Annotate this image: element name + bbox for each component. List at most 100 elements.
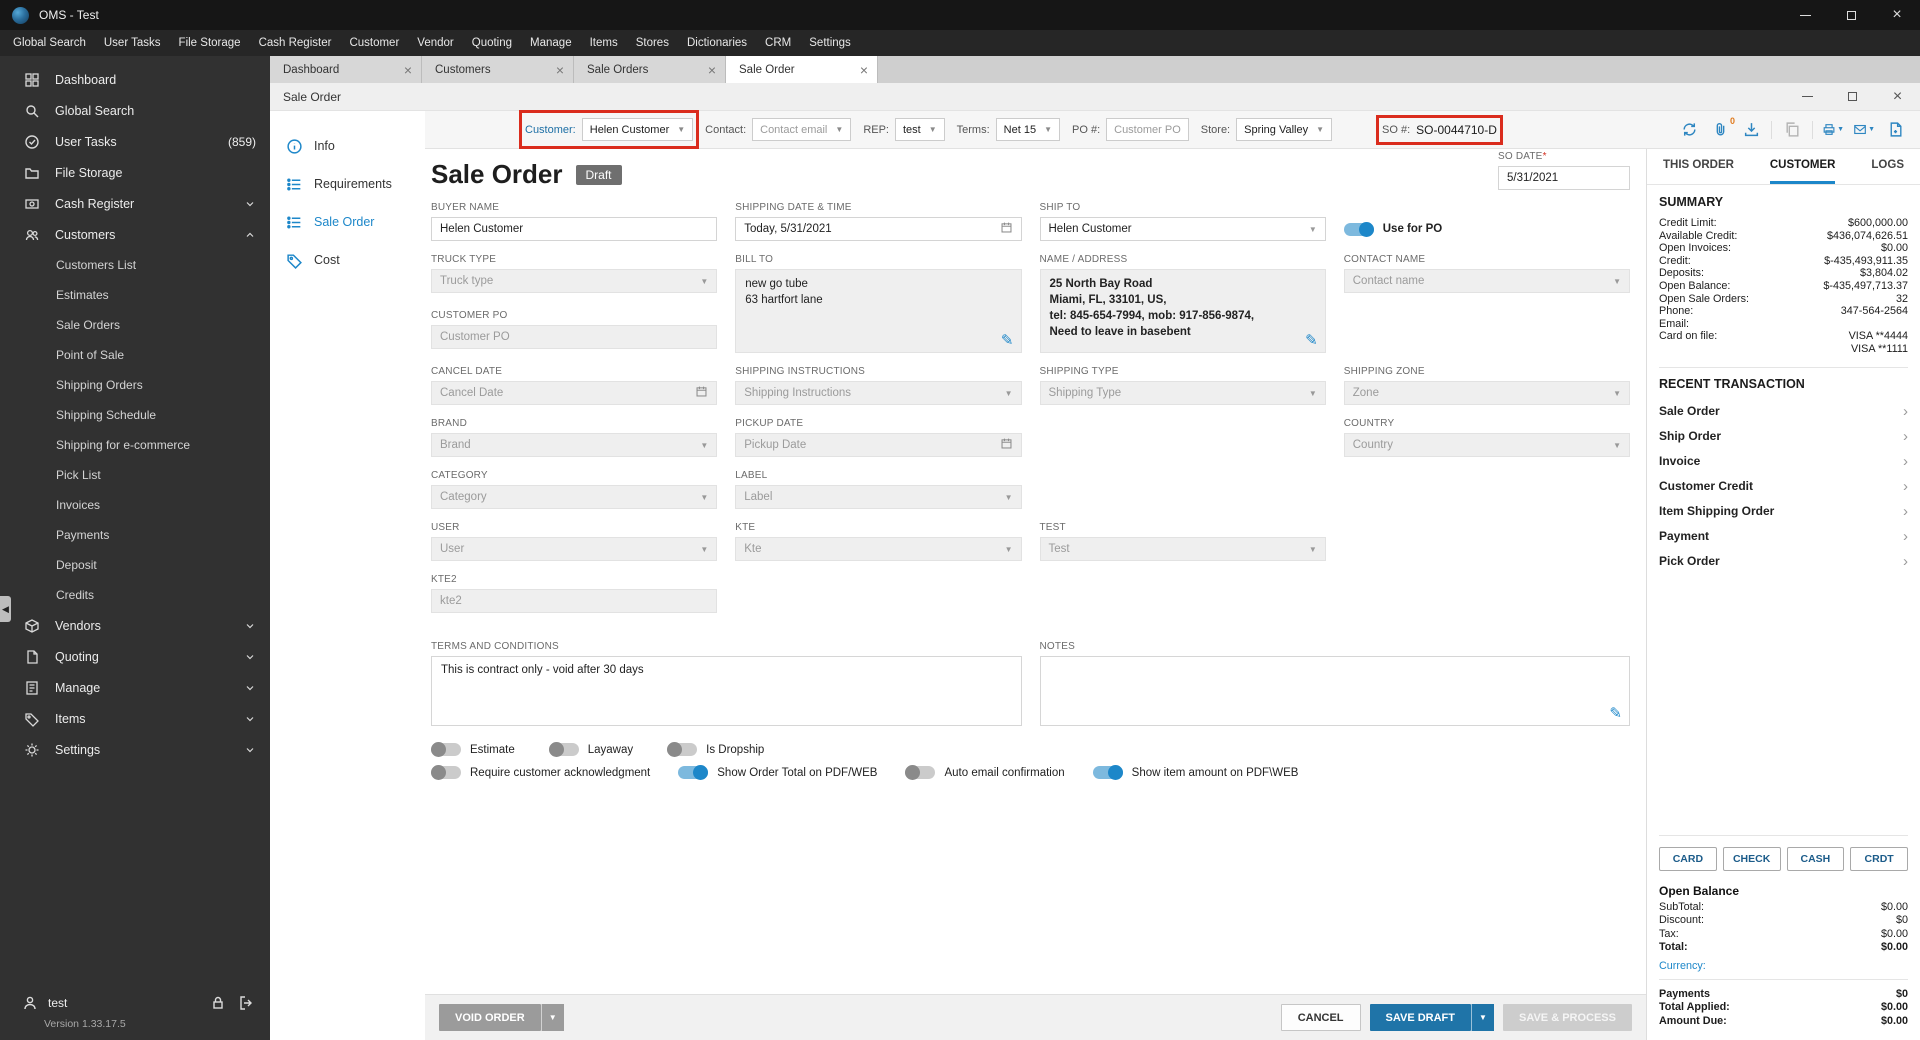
tab-close-icon[interactable]: × xyxy=(860,63,868,77)
customer-po-input[interactable]: Customer PO xyxy=(431,325,718,349)
pay-cash-button[interactable]: CASH xyxy=(1786,846,1845,871)
test-select[interactable]: Test ▼ xyxy=(1039,537,1326,561)
toggle-switch[interactable] xyxy=(1092,765,1123,780)
pay-check-button[interactable]: CHECK xyxy=(1722,846,1781,871)
menu-global-search[interactable]: Global Search xyxy=(4,32,95,54)
store-select[interactable]: Spring Valley ▼ xyxy=(1236,118,1333,141)
toggle-switch[interactable] xyxy=(431,742,461,757)
menu-items[interactable]: Items xyxy=(581,32,627,54)
sidebar-item-quoting[interactable]: Quoting xyxy=(0,641,270,672)
contact-name-select[interactable]: Contact name ▼ xyxy=(1343,269,1630,293)
print-button[interactable]: ▼ xyxy=(1822,119,1844,141)
menu-stores[interactable]: Stores xyxy=(627,32,678,54)
menu-file-storage[interactable]: File Storage xyxy=(170,32,250,54)
edit-icon[interactable]: ✎ xyxy=(1609,704,1622,722)
sidebar-subitem-customers-list[interactable]: Customers List xyxy=(0,250,270,280)
sidebar-item-vendors[interactable]: Vendors xyxy=(0,610,270,641)
menu-user-tasks[interactable]: User Tasks xyxy=(95,32,170,54)
recent-item-pick-order[interactable]: Pick Order › xyxy=(1659,549,1908,574)
estimate-toggle[interactable]: Estimate xyxy=(431,742,515,757)
sidebar-item-user-tasks[interactable]: User Tasks (859) xyxy=(0,126,270,157)
cancel-button[interactable]: CANCEL xyxy=(1280,1004,1361,1031)
nav-item-info[interactable]: Info xyxy=(270,127,425,165)
sidebar-item-settings[interactable]: Settings xyxy=(0,734,270,765)
menu-crm[interactable]: CRM xyxy=(756,32,800,54)
tab-close-icon[interactable]: × xyxy=(404,63,412,77)
layaway-toggle[interactable]: Layaway xyxy=(548,742,633,757)
shipping-zone-select[interactable]: Zone ▼ xyxy=(1343,381,1630,405)
email-button[interactable]: ▼ xyxy=(1853,119,1875,141)
edit-icon[interactable]: ✎ xyxy=(1305,333,1318,349)
recent-item-ship-order[interactable]: Ship Order › xyxy=(1659,424,1908,449)
kte2-input[interactable]: kte2 xyxy=(431,589,718,613)
pickup-date-input[interactable]: Pickup Date xyxy=(735,433,1022,457)
menu-manage[interactable]: Manage xyxy=(521,32,581,54)
sidebar-subitem-point-of-sale[interactable]: Point of Sale xyxy=(0,340,270,370)
shipping-type-select[interactable]: Shipping Type ▼ xyxy=(1039,381,1326,405)
attachments-button[interactable]: 0 xyxy=(1709,116,1735,141)
toggle-switch[interactable] xyxy=(431,765,461,780)
name-address-box[interactable]: 25 North Bay Road Miami, FL, 33101, US, … xyxy=(1039,269,1326,353)
sidebar-item-customers[interactable]: Customers xyxy=(0,219,270,250)
tab-close-icon[interactable]: × xyxy=(556,63,564,77)
use-for-po-toggle[interactable]: Use for PO xyxy=(1343,217,1630,241)
sidebar-subitem-shipping-ecommerce[interactable]: Shipping for e-commerce xyxy=(0,430,270,460)
menu-quoting[interactable]: Quoting xyxy=(463,32,521,54)
menu-settings[interactable]: Settings xyxy=(800,32,860,54)
export-button[interactable] xyxy=(1884,119,1906,141)
sidebar-item-file-storage[interactable]: File Storage xyxy=(0,157,270,188)
brand-select[interactable]: Brand ▼ xyxy=(431,433,718,457)
sidebar-item-cash-register[interactable]: Cash Register xyxy=(0,188,270,219)
sidebar-subitem-shipping-orders[interactable]: Shipping Orders xyxy=(0,370,270,400)
toggle-switch[interactable] xyxy=(548,742,579,757)
menu-dictionaries[interactable]: Dictionaries xyxy=(678,32,756,54)
tab-close-icon[interactable]: × xyxy=(708,63,716,77)
download-button[interactable] xyxy=(1740,119,1762,141)
sync-button[interactable] xyxy=(1678,119,1700,141)
terms-conditions-textarea[interactable]: This is contract only - void after 30 da… xyxy=(431,656,1022,726)
bill-to-box[interactable]: new go tube 63 hartfort lane ✎ xyxy=(735,269,1022,353)
sidebar-subitem-deposit[interactable]: Deposit xyxy=(0,550,270,580)
tab-sale-order[interactable]: Sale Order × xyxy=(726,56,878,83)
buyer-name-input[interactable]: Helen Customer xyxy=(431,217,718,241)
sidebar-item-items[interactable]: Items xyxy=(0,703,270,734)
tab-this-order[interactable]: THIS ORDER xyxy=(1663,149,1734,184)
cancel-date-input[interactable]: Cancel Date xyxy=(431,381,718,405)
nav-item-requirements[interactable]: Requirements xyxy=(270,165,425,203)
recent-item-customer-credit[interactable]: Customer Credit › xyxy=(1659,474,1908,499)
sidebar-subitem-invoices[interactable]: Invoices xyxy=(0,490,270,520)
currency-link[interactable]: Currency: xyxy=(1659,960,1908,972)
copy-button[interactable] xyxy=(1781,119,1803,141)
tab-customers[interactable]: Customers × xyxy=(422,56,574,83)
auto-email-toggle[interactable]: Auto email confirmation xyxy=(905,765,1065,780)
pay-crdt-button[interactable]: CRDT xyxy=(1850,846,1908,871)
window-restore-button[interactable] xyxy=(1828,0,1874,30)
menu-customer[interactable]: Customer xyxy=(340,32,408,54)
toggle-switch[interactable] xyxy=(905,765,936,780)
sidebar-subitem-shipping-schedule[interactable]: Shipping Schedule xyxy=(0,400,270,430)
sidebar-item-dashboard[interactable]: Dashboard xyxy=(0,64,270,95)
show-item-amount-toggle[interactable]: Show item amount on PDF\WEB xyxy=(1092,765,1298,780)
tab-logs[interactable]: LOGS xyxy=(1871,149,1904,184)
window-minimize-button[interactable] xyxy=(1782,0,1828,30)
toggle-switch[interactable] xyxy=(667,742,698,757)
sidebar-subitem-estimates[interactable]: Estimates xyxy=(0,280,270,310)
void-order-button[interactable]: VOID ORDER xyxy=(439,1004,541,1031)
edit-icon[interactable]: ✎ xyxy=(1001,333,1014,349)
tab-customer[interactable]: CUSTOMER xyxy=(1769,149,1836,184)
truck-type-select[interactable]: Truck type ▼ xyxy=(431,269,718,293)
customer-select[interactable]: Helen Customer ▼ xyxy=(581,118,694,141)
po-input[interactable]: Customer PO xyxy=(1106,118,1189,141)
save-process-button[interactable]: SAVE & PROCESS xyxy=(1503,1004,1632,1031)
user-select[interactable]: User ▼ xyxy=(431,537,718,561)
inner-close-button[interactable]: × xyxy=(1875,83,1920,111)
rep-select[interactable]: test ▼ xyxy=(895,118,945,141)
menu-cash-register[interactable]: Cash Register xyxy=(250,32,341,54)
category-select[interactable]: Category ▼ xyxy=(431,485,718,509)
tab-dashboard[interactable]: Dashboard × xyxy=(270,56,422,83)
recent-item-invoice[interactable]: Invoice › xyxy=(1659,449,1908,474)
require-acknowledgment-toggle[interactable]: Require customer acknowledgment xyxy=(431,765,650,780)
so-date-input[interactable]: 5/31/2021 xyxy=(1498,166,1630,190)
lock-icon[interactable] xyxy=(210,995,226,1011)
recent-item-payment[interactable]: Payment › xyxy=(1659,524,1908,549)
